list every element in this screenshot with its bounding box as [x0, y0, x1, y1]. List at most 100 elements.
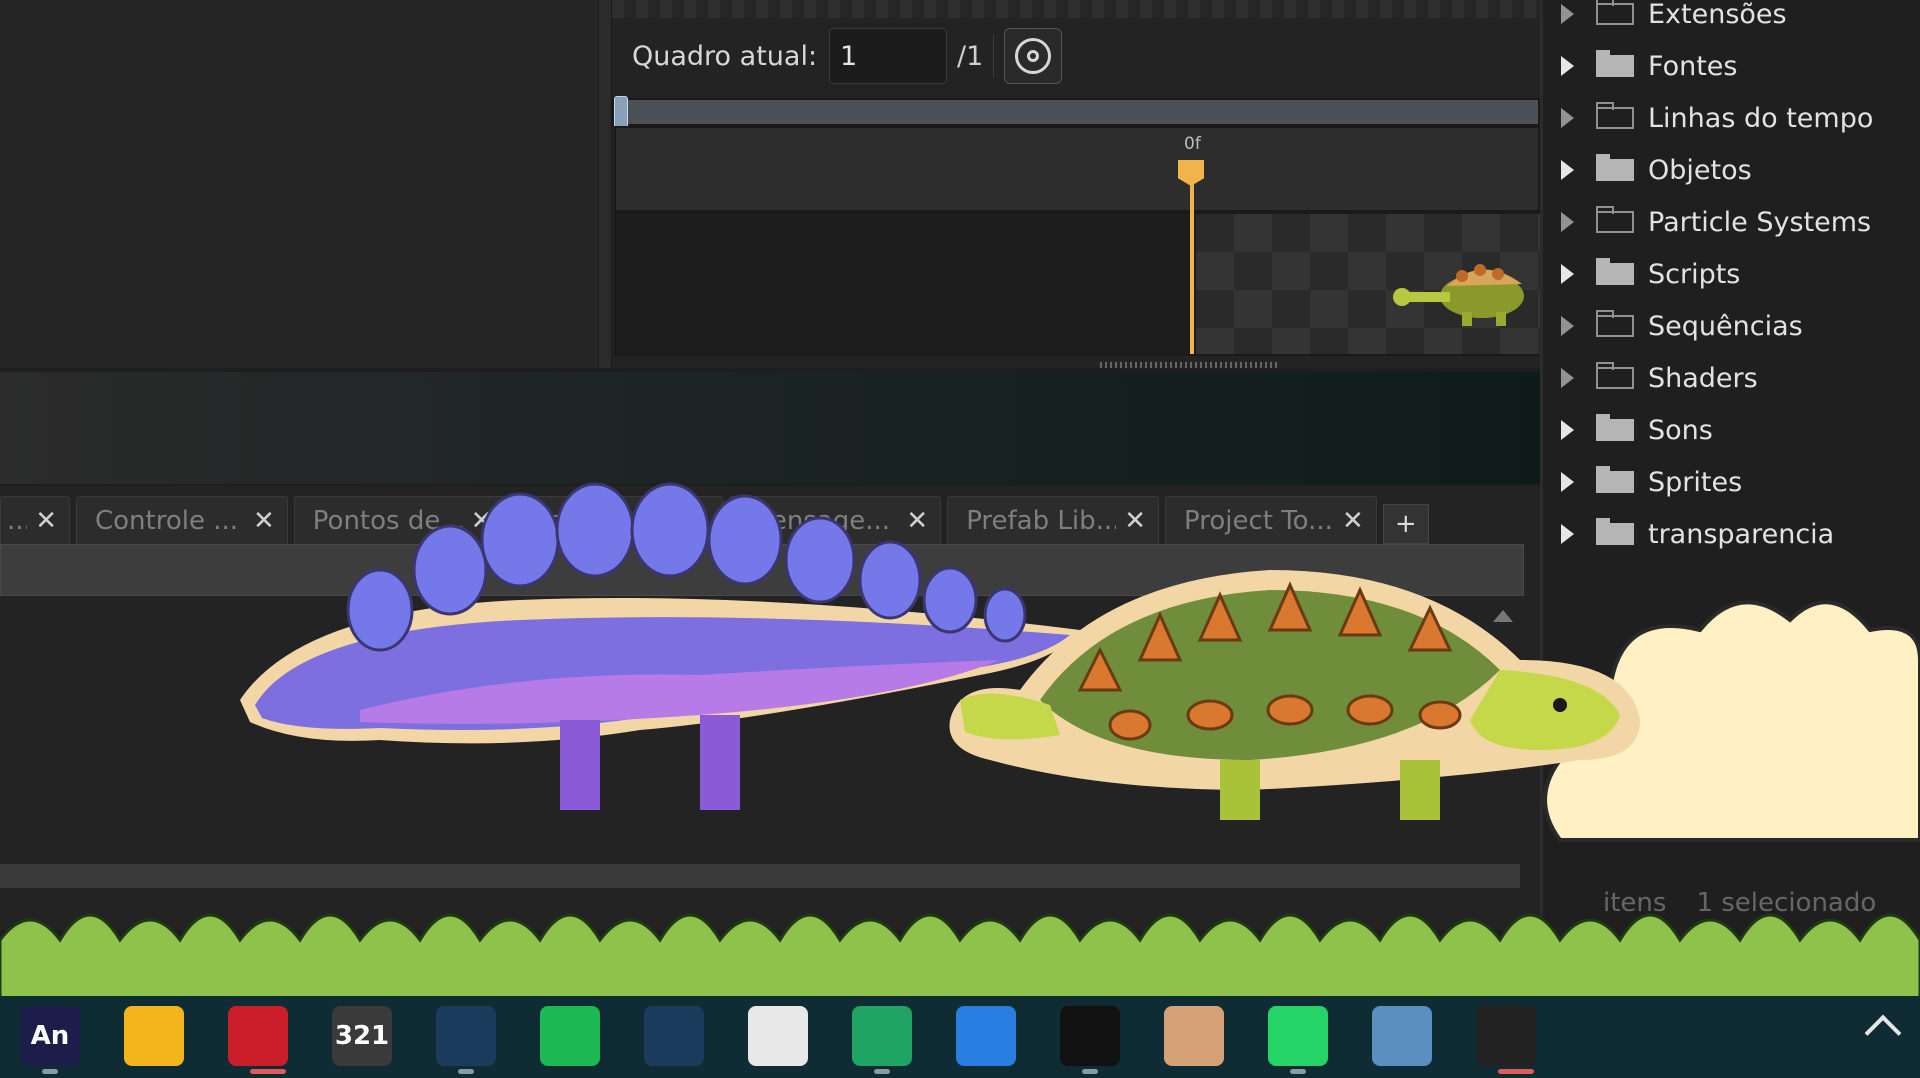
close-icon[interactable]: ✕ [1342, 506, 1364, 536]
tab-label: Prefab Lib... [966, 505, 1117, 536]
workspace-band [0, 372, 1540, 484]
pane-divider[interactable] [598, 0, 612, 368]
google-docs-icon[interactable] [956, 1006, 1016, 1066]
folder-icon [1596, 466, 1634, 493]
workspace-left-pane [0, 0, 598, 368]
output-tab[interactable]: Controle ... ✕ [76, 496, 288, 544]
folder-icon [1596, 102, 1634, 129]
asset-folder[interactable]: Particle Systems [1561, 196, 1873, 248]
sequence-editor: Quadro atual: /1 0f [612, 0, 1540, 368]
panel-resize-grip[interactable] [1100, 362, 1280, 368]
output-tab[interactable]: Mensage... ✕ [729, 496, 942, 544]
tab-label: Compilar ... [530, 505, 681, 536]
expand-arrow-icon[interactable] [1561, 212, 1574, 232]
asset-folder[interactable]: Sequências [1561, 300, 1873, 352]
loop-icon [1015, 38, 1052, 74]
asset-folder[interactable]: Scripts [1561, 248, 1873, 300]
close-icon[interactable]: ✕ [906, 506, 928, 536]
current-frame-label: Quadro atual: [632, 40, 818, 72]
add-tab-button[interactable]: + [1382, 504, 1429, 544]
tab-label: Mensage... [748, 505, 891, 536]
asset-selection-count: 1 selecionado [1696, 888, 1877, 918]
asset-folder[interactable]: Shaders [1561, 352, 1873, 404]
tab-label: ... [7, 505, 27, 536]
folder-icon [1596, 0, 1634, 25]
asset-folder[interactable]: Sons [1561, 404, 1873, 456]
asset-folder-label: Scripts [1648, 258, 1741, 290]
steam-icon-2[interactable] [644, 1006, 704, 1066]
opera-icon[interactable] [228, 1006, 288, 1066]
expand-arrow-icon[interactable] [1561, 160, 1574, 180]
asset-folder-label: Extensões [1648, 0, 1787, 30]
frame-controls: Quadro atual: /1 [612, 26, 1540, 86]
loop-button[interactable] [1004, 28, 1063, 84]
expand-arrow-icon[interactable] [1561, 56, 1574, 76]
photos-icon[interactable] [1372, 1006, 1432, 1066]
steam-icon[interactable] [436, 1006, 496, 1066]
spotify-icon[interactable] [540, 1006, 600, 1066]
asset-count: itens [1603, 888, 1667, 918]
running-indicator [250, 1069, 286, 1074]
folder-icon [1596, 414, 1634, 441]
asset-folder-label: Objetos [1648, 154, 1752, 186]
asset-folder[interactable]: transparencia [1561, 508, 1873, 560]
clip-studio-icon[interactable] [748, 1006, 808, 1066]
running-indicator [1498, 1069, 1534, 1074]
asset-folder[interactable]: Linhas do tempo [1561, 92, 1873, 144]
asset-folder-label: Sprites [1648, 466, 1743, 498]
scroll-up-icon[interactable] [1493, 610, 1513, 622]
gamemaker-icon-active[interactable] [1476, 1006, 1536, 1066]
close-icon[interactable]: ✕ [35, 506, 57, 536]
folder-icon [1596, 206, 1634, 233]
media-player-classic-icon[interactable]: 321 [332, 1006, 392, 1066]
timeline-ruler[interactable] [614, 126, 1540, 212]
toolbar-separator [993, 34, 995, 78]
ruler-frame-label: 0f [1184, 134, 1201, 154]
google-sheets-icon[interactable] [852, 1006, 912, 1066]
tab-label: Controle ... [95, 505, 239, 536]
expand-arrow-icon[interactable] [1561, 264, 1574, 284]
asset-folder[interactable]: Sprites [1561, 456, 1873, 508]
canvas-preview [1196, 214, 1540, 354]
output-tab[interactable]: Prefab Lib... ✕ [947, 496, 1159, 544]
expand-arrow-icon[interactable] [1561, 108, 1574, 128]
output-horizontal-scrollbar[interactable] [0, 864, 1520, 888]
running-indicator [42, 1069, 58, 1074]
output-tab[interactable]: Pontos de... ✕ [293, 496, 506, 544]
expand-arrow-icon[interactable] [1561, 524, 1574, 544]
animate-icon[interactable]: An [20, 1006, 80, 1066]
frame-total: /1 [957, 40, 984, 72]
expand-arrow-icon[interactable] [1561, 368, 1574, 388]
asset-folder[interactable]: Objetos [1561, 144, 1873, 196]
output-panel: ...✕Controle ...✕Pontos de...✕Compilar .… [0, 486, 1540, 930]
folder-icon [1596, 154, 1634, 181]
close-icon[interactable]: ✕ [1124, 506, 1146, 536]
close-icon[interactable]: ✕ [689, 506, 711, 536]
whatsapp-icon[interactable] [1268, 1006, 1328, 1066]
playhead-line[interactable] [1190, 180, 1194, 354]
gamemaker-icon[interactable] [1060, 1006, 1120, 1066]
expand-arrow-icon[interactable] [1561, 472, 1574, 492]
output-tab[interactable]: ... ✕ [0, 496, 70, 544]
output-vertical-scrollbar[interactable] [1492, 610, 1514, 860]
expand-arrow-icon[interactable] [1561, 316, 1574, 336]
current-frame-input[interactable] [829, 28, 948, 84]
asset-browser: Extensões Fontes Linhas do tempo Objetos Par… [1540, 0, 1920, 930]
file-explorer-icon[interactable] [124, 1006, 184, 1066]
folder-icon [1596, 310, 1634, 337]
output-tab[interactable]: Project To... ✕ [1164, 496, 1377, 544]
ankylosaurus-preview-icon [1393, 264, 1524, 326]
tray-expand-icon[interactable] [1864, 1014, 1902, 1052]
expand-arrow-icon[interactable] [1561, 420, 1574, 440]
output-tab-bar: ...✕Controle ...✕Pontos de...✕Compilar .… [0, 496, 1540, 544]
close-icon[interactable]: ✕ [253, 506, 275, 536]
running-indicator [458, 1069, 474, 1074]
timeline-scrub-bar[interactable] [612, 98, 1540, 126]
asset-folder[interactable]: Extensões [1561, 0, 1873, 40]
rabbit-app-icon[interactable] [1164, 1006, 1224, 1066]
timeline-start-handle[interactable] [614, 96, 628, 128]
expand-arrow-icon[interactable] [1561, 4, 1574, 24]
asset-folder[interactable]: Fontes [1561, 40, 1873, 92]
output-tab[interactable]: Compilar ... ✕ [511, 496, 724, 544]
close-icon[interactable]: ✕ [471, 506, 493, 536]
